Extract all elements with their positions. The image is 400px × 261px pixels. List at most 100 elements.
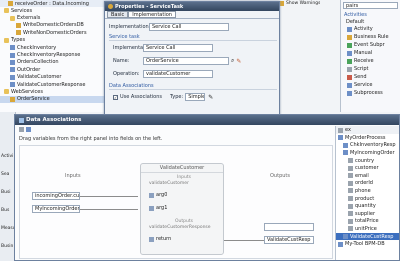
variable-item[interactable]: MyIncomingOrder — [336, 149, 399, 157]
data-associations-header: Data Associations — [109, 83, 277, 90]
variable-item[interactable]: quantity — [336, 202, 399, 210]
tab-implementation[interactable]: Implementation — [128, 11, 176, 18]
output-field-return[interactable]: ValidateCustResp — [264, 236, 314, 244]
tree-item-top[interactable]: receiveOrder : Data.Incoming — [0, 0, 111, 7]
impl-type-row: Implementation Type: Service Call — [109, 23, 229, 31]
type-icon — [10, 67, 15, 73]
left-sidebar-item[interactable]: Busin — [0, 242, 15, 250]
palette-item[interactable]: Activity — [341, 25, 400, 33]
input-field-arg1[interactable]: MyIncomingOrder.email — [32, 205, 80, 213]
tree-item[interactable]: Types — [0, 37, 111, 44]
palette-item[interactable]: Event Subpr — [341, 41, 400, 49]
left-sidebar-item[interactable]: Activi — [0, 152, 15, 160]
type-select[interactable]: Simple — [185, 93, 206, 101]
properties-title: Properties - ServiceTask — [115, 3, 184, 10]
name-field[interactable]: OrderService — [143, 57, 229, 65]
implementation-label: Implementation: — [113, 45, 155, 51]
variable-item[interactable]: MyOrderProcess — [336, 134, 399, 142]
edit-associations-icon[interactable]: ✎ — [208, 94, 213, 101]
tree-item[interactable]: CheckInventory — [0, 44, 111, 51]
left-sidebar-label: Sea — [1, 171, 10, 177]
variable-item[interactable]: orderId — [336, 180, 399, 188]
left-sidebar-label: Busi — [1, 189, 11, 195]
arg0-row[interactable]: arg0 — [149, 192, 167, 198]
variable-icon — [348, 158, 353, 164]
left-sidebar-item[interactable]: Bus — [0, 206, 15, 214]
activity-icon — [347, 90, 352, 96]
variable-icon — [348, 226, 353, 232]
variable-item[interactable]: ChkInventoryResp — [336, 142, 399, 150]
data-associations-title-bar[interactable]: Data Associations — [15, 115, 399, 125]
variable-item[interactable]: supplier — [336, 210, 399, 218]
variable-icon — [338, 135, 343, 141]
palette-item[interactable]: Send — [341, 73, 400, 81]
toolbar-icon-1[interactable] — [19, 127, 24, 132]
tree-item[interactable]: OutOrder — [0, 66, 111, 73]
tree-item[interactable]: CheckInventoryResponse — [0, 51, 111, 58]
palette-item[interactable]: Manual — [341, 49, 400, 57]
return-label: return — [156, 236, 172, 242]
properties-dialog: Properties - ServiceTask Basic Implement… — [104, 1, 280, 119]
search-field[interactable]: pairs — [343, 2, 398, 9]
variable-item[interactable]: unitPrice — [336, 225, 399, 233]
variable-item[interactable]: customer — [336, 164, 399, 172]
palette-item[interactable]: Receive — [341, 57, 400, 65]
left-sidebar-item[interactable]: Sea — [0, 170, 15, 178]
input-field-arg0[interactable]: incomingOrder.customer — [32, 192, 80, 200]
tree-item[interactable]: WebServices — [0, 88, 111, 95]
name-row: Name: OrderService ⌕ ✎ — [113, 57, 241, 65]
show-warnings-label: Show Warnings — [286, 0, 321, 6]
operation-select[interactable]: validateCustomer — [143, 70, 213, 78]
variable-item[interactable]: totalPrice — [336, 218, 399, 226]
variable-item[interactable]: product — [336, 195, 399, 203]
activity-icon — [347, 26, 352, 32]
folder-icon — [4, 89, 9, 95]
show-warnings-button[interactable]: Show Warnings — [277, 0, 320, 6]
left-sidebar-item[interactable]: Busi — [0, 188, 15, 196]
toolbar-icon-2[interactable] — [26, 127, 31, 132]
tree-item[interactable]: WriteNonDomesticOrders — [0, 29, 111, 36]
search-icon[interactable]: ⌕ — [231, 57, 234, 65]
variable-item[interactable]: My-Tool BPM-DB — [336, 240, 399, 248]
default-group[interactable]: Default — [341, 18, 400, 25]
palette-item-label: Send — [354, 74, 367, 80]
arg1-row[interactable]: arg1 — [149, 205, 167, 211]
palette-item[interactable]: Business Rule — [341, 33, 400, 41]
use-associations-checkbox[interactable]: ✓ — [113, 94, 118, 100]
variable-label: product — [355, 195, 375, 202]
variable-label: MyIncomingOrder — [350, 149, 395, 156]
variable-item[interactable]: email — [336, 172, 399, 180]
tree-item[interactable]: OrderService — [0, 95, 111, 104]
task-name: ValidateCustomer — [159, 165, 205, 171]
properties-title-bar[interactable]: Properties - ServiceTask — [105, 2, 279, 11]
palette-item[interactable]: Subprocess — [341, 89, 400, 97]
tab-basic[interactable]: Basic — [107, 11, 129, 18]
left-sidebar-item[interactable]: Measu — [0, 224, 15, 232]
impl-type-select[interactable]: Service Call — [149, 23, 229, 31]
output-field-empty[interactable] — [264, 223, 314, 231]
variable-label: ValidateCustResp — [350, 233, 394, 240]
palette-item[interactable]: Service — [341, 81, 400, 89]
type-label: Type: — [170, 94, 184, 100]
left-sidebar-label: Busin — [1, 243, 14, 249]
implementation-select[interactable]: Service Call — [143, 44, 213, 52]
activities-header[interactable]: Activities — [341, 11, 400, 18]
variable-item[interactable]: phone — [336, 187, 399, 195]
tree-item[interactable]: Externals — [0, 14, 111, 21]
tree-item[interactable]: ValidateCustomer — [0, 74, 111, 81]
tree-item[interactable]: WriteDomesticOrdersDB — [0, 22, 111, 29]
variable-icon — [348, 188, 353, 194]
variable-item[interactable]: ValidateCustResp — [336, 232, 399, 241]
edit-icon[interactable]: ✎ — [236, 58, 241, 65]
tree-item[interactable]: Services — [0, 7, 111, 14]
variable-label: phone — [355, 187, 371, 194]
palette-item[interactable]: Script — [341, 65, 400, 73]
tree-item[interactable]: OrdersCollection — [0, 59, 111, 66]
variable-item[interactable]: country — [336, 157, 399, 165]
variable-label: My-Tool BPM-DB — [345, 241, 385, 248]
tree-item[interactable]: ValidateCustomerResponse — [0, 81, 111, 88]
return-row[interactable]: return — [149, 236, 171, 242]
filter-icon[interactable] — [338, 127, 343, 133]
left-sidebar-label: Measu — [1, 225, 15, 231]
activities-label: Activities — [344, 11, 367, 18]
